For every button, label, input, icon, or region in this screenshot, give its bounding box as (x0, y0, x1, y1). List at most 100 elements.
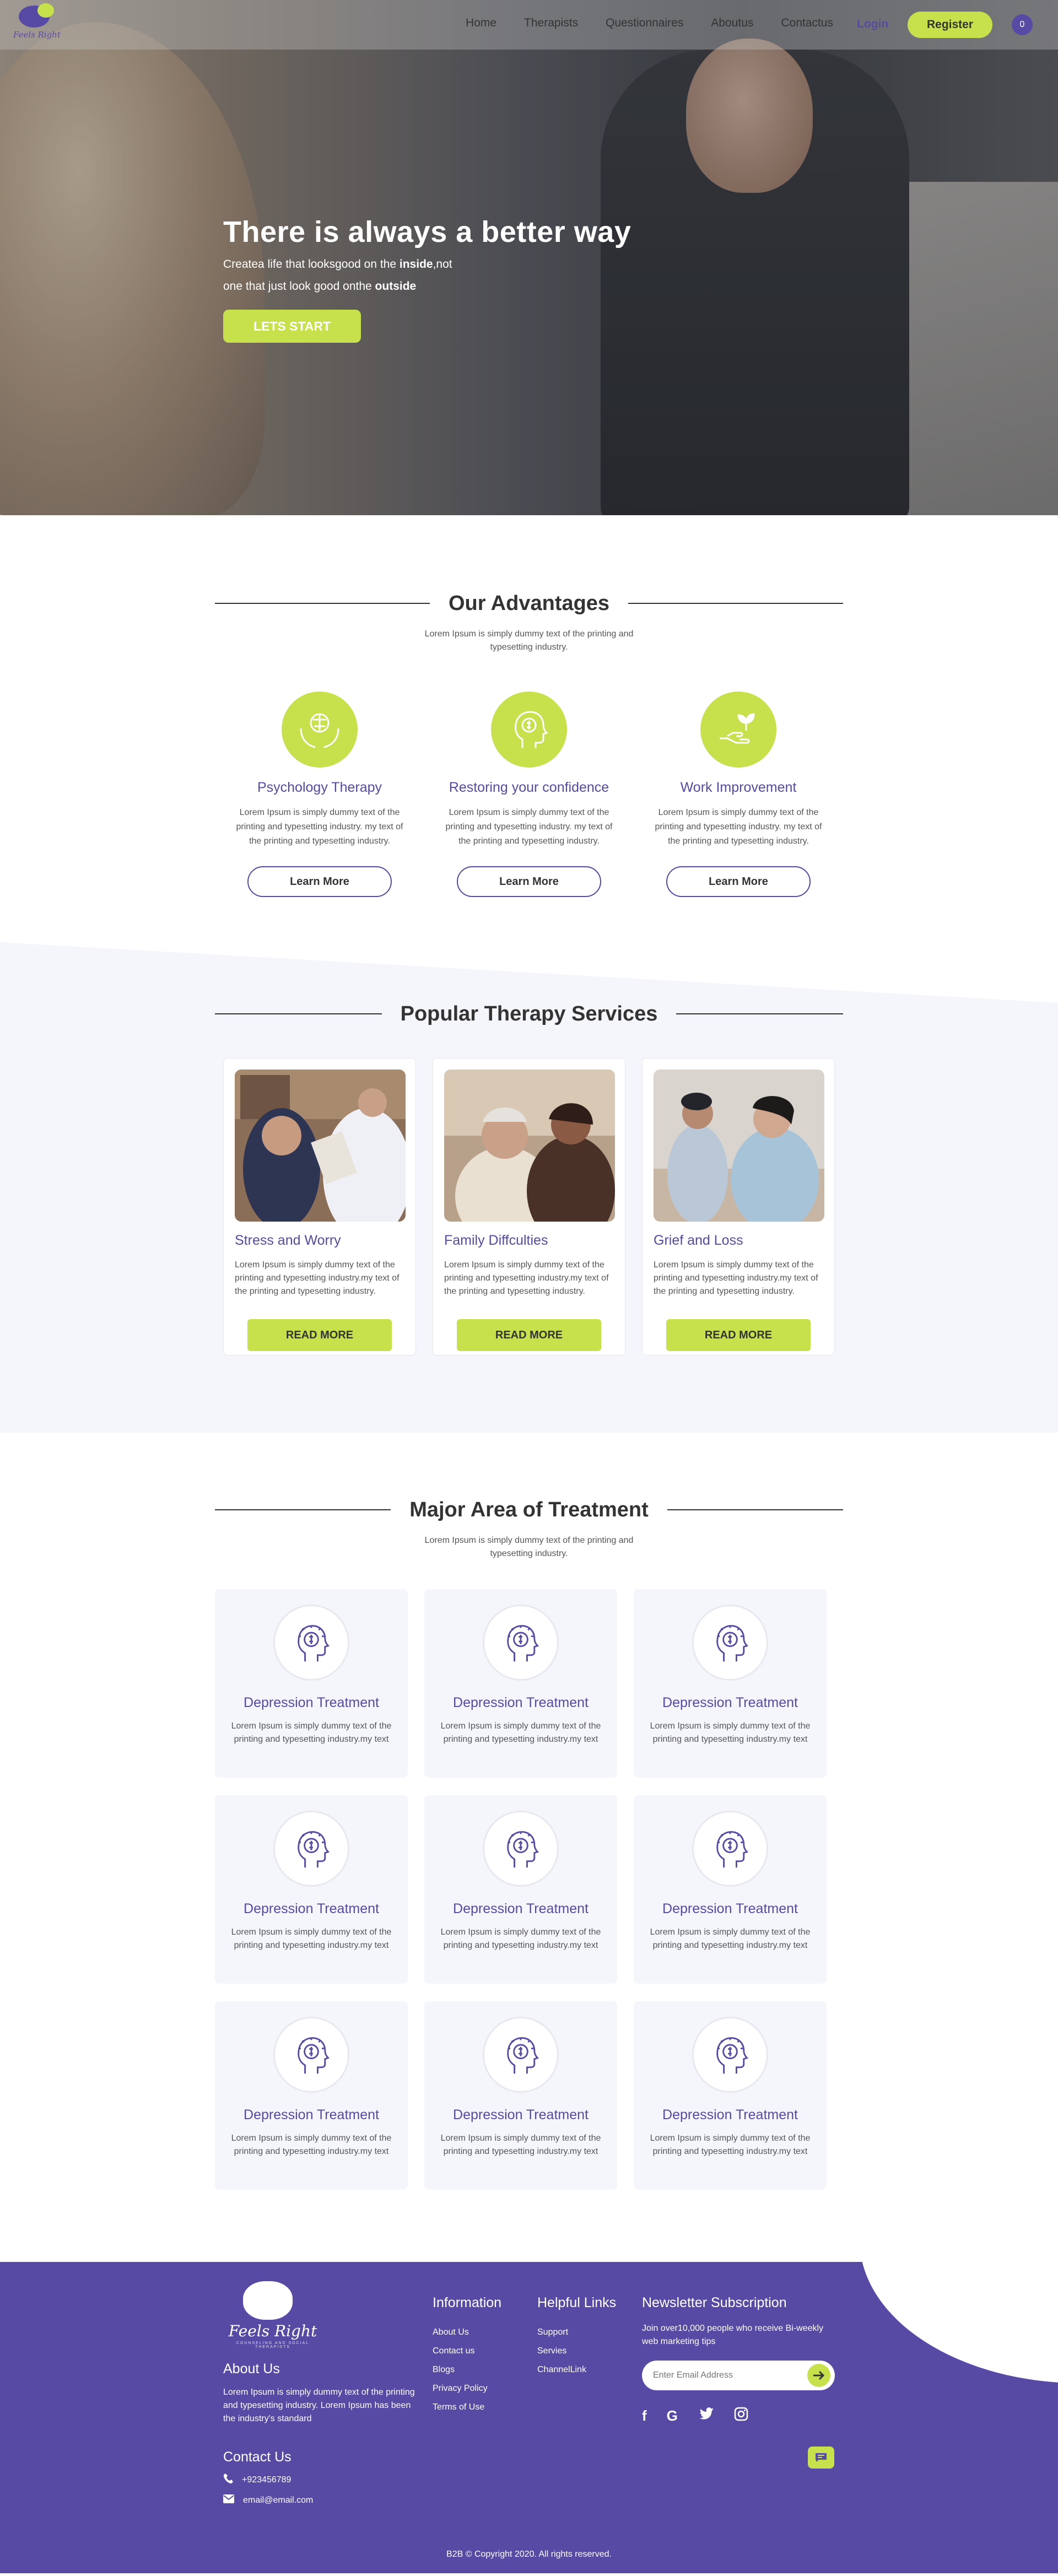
treatment-card[interactable]: Depression Treatment Lorem Ipsum is simpl… (424, 1589, 617, 1778)
lets-start-button[interactable]: LETS START (223, 310, 361, 343)
footer-link-terms[interactable]: Terms of Use (433, 2398, 501, 2417)
treatment-card[interactable]: Depression Treatment Lorem Ipsum is simpl… (215, 1795, 408, 1984)
learn-more-button[interactable]: Learn More (666, 866, 811, 897)
service-image-grief (654, 1070, 824, 1222)
logo-leaf-icon (37, 3, 54, 18)
section-heading: Popular Therapy Services (215, 997, 844, 1030)
footer-link-contact[interactable]: Contact us (433, 2342, 501, 2361)
service-cards: Stress and Worry Lorem Ipsum is simply d… (0, 1058, 1058, 1355)
treatment-card-title: Depression Treatment (244, 1901, 379, 1916)
footer-link-blogs[interactable]: Blogs (433, 2361, 501, 2379)
service-title: Stress and Worry (235, 1233, 341, 1248)
footer-link-support[interactable]: Support (537, 2323, 616, 2342)
treatment-card[interactable]: Depression Treatment Lorem Ipsum is simpl… (634, 2001, 827, 2190)
chat-icon[interactable] (808, 2447, 834, 2469)
treatment-card[interactable]: Depression Treatment Lorem Ipsum is simpl… (215, 1589, 408, 1778)
footer-contact: Contact Us +923456789 email@email.com (223, 2449, 313, 2506)
advantage-title: Psychology Therapy (257, 780, 382, 795)
section-divider-shape (0, 942, 1058, 1003)
treatment-card-title: Depression Treatment (453, 1695, 589, 1710)
cart-badge[interactable]: 0 (1012, 14, 1033, 35)
instagram-icon[interactable] (734, 2407, 748, 2425)
main-nav: Home Therapists Questionnaires Aboutus C… (466, 17, 861, 30)
footer-phone-row: +923456789 (223, 2473, 313, 2487)
hero-tagline: Createa life that looksgood on the insid… (223, 253, 631, 298)
service-image-stress (235, 1070, 406, 1222)
login-link[interactable]: Login (857, 18, 888, 31)
hero-content: There is always a better way Createa lif… (223, 215, 631, 343)
advantage-card: Psychology Therapy Lorem Ipsum is simply… (230, 692, 409, 897)
hand-plant-icon (700, 692, 776, 768)
register-button[interactable]: Register (908, 12, 992, 38)
nav-aboutus[interactable]: Aboutus (711, 17, 753, 30)
learn-more-button[interactable]: Learn More (457, 866, 601, 897)
learn-more-button[interactable]: Learn More (247, 866, 392, 897)
nav-therapists[interactable]: Therapists (524, 17, 578, 30)
footer-logo[interactable]: Feels Right COUNSELING AND SOCIAL THERAP… (223, 2281, 322, 2349)
service-text: Lorem Ipsum is simply dummy text of the … (235, 1260, 400, 1296)
subtitle-line: Lorem Ipsum is simply dummy text of the … (424, 629, 634, 639)
treatment-card-text: Lorem Ipsum is simply dummy text of the … (440, 1721, 601, 1744)
newsletter-submit-arrow-icon[interactable] (807, 2364, 830, 2387)
hero-tagline-part: one that just look good onthe (223, 280, 375, 293)
footer-link-servies[interactable]: Servies (537, 2342, 616, 2361)
footer-info-title: Information (433, 2295, 502, 2310)
read-more-button[interactable]: READ MORE (247, 1319, 392, 1351)
footer-contact-title: Contact Us (223, 2449, 292, 2465)
treatment-card[interactable]: Depression Treatment Lorem Ipsum is simpl… (634, 1589, 827, 1778)
treatment-card-title: Depression Treatment (453, 1901, 589, 1916)
mail-icon (223, 2494, 234, 2506)
treatment-card[interactable]: Depression Treatment Lorem Ipsum is simpl… (215, 2001, 408, 2190)
divider (676, 1013, 844, 1014)
treatment-card-text: Lorem Ipsum is simply dummy text of the … (231, 1721, 392, 1744)
treatment-card[interactable]: Depression Treatment Lorem Ipsum is simpl… (424, 2001, 617, 2190)
service-text: Lorem Ipsum is simply dummy text of the … (444, 1260, 609, 1296)
head-dollar-icon (273, 1605, 349, 1681)
treatment-card-text: Lorem Ipsum is simply dummy text of the … (650, 1721, 811, 1744)
treatment-card[interactable]: Depression Treatment Lorem Ipsum is simpl… (424, 1795, 617, 1984)
head-dollar-icon (692, 1811, 768, 1887)
footer-link-about[interactable]: About Us (433, 2323, 501, 2342)
google-icon[interactable]: G (667, 2407, 678, 2424)
head-dollar-icon (273, 2017, 349, 2093)
hero-tagline-part: Createa life that looksgood on the (223, 258, 400, 271)
footer-phone[interactable]: +923456789 (242, 2475, 291, 2485)
advantage-text: Lorem Ipsum is simply dummy text of the … (655, 808, 822, 846)
advantage-card: Work Improvement Lorem Ipsum is simply d… (649, 692, 828, 897)
read-more-button[interactable]: READ MORE (666, 1319, 811, 1351)
treatment-card-title: Depression Treatment (244, 2107, 379, 2123)
treatment-card-text: Lorem Ipsum is simply dummy text of the … (440, 2134, 601, 2156)
popular-services-section: Popular Therapy Services Stress and Worr… (0, 942, 1058, 1433)
footer-link-privacy[interactable]: Privacy Policy (433, 2379, 501, 2398)
advantages-section: Our Advantages Lorem Ipsum is simply dum… (0, 515, 1058, 942)
treatment-subtitle: Lorem Ipsum is simply dummy text of the … (0, 1534, 1058, 1560)
subtitle-line: typesetting industry. (490, 1549, 568, 1558)
nav-questionnaires[interactable]: Questionnaires (606, 17, 683, 30)
footer-info-links: About Us Contact us Blogs Privacy Policy… (433, 2323, 501, 2417)
advantage-title: Work Improvement (680, 780, 797, 795)
newsletter-email-input[interactable] (653, 2370, 791, 2380)
head-dollar-icon (273, 1811, 349, 1887)
advantages-title: Our Advantages (448, 591, 610, 615)
twitter-icon[interactable] (698, 2407, 714, 2424)
advantages-cards: Psychology Therapy Lorem Ipsum is simply… (0, 692, 1058, 897)
hero-title: There is always a better way (223, 215, 631, 249)
hero-tagline-bold: outside (375, 280, 417, 293)
footer-email[interactable]: email@email.com (243, 2496, 313, 2505)
read-more-button[interactable]: READ MORE (457, 1319, 601, 1351)
nav-home[interactable]: Home (466, 17, 496, 30)
newsletter-text: Join over10,000 people who receive Bi-we… (642, 2324, 824, 2346)
footer-corner-shape (860, 2262, 1058, 2383)
treatment-card-text: Lorem Ipsum is simply dummy text of the … (650, 2134, 811, 2156)
treatment-card-title: Depression Treatment (662, 1901, 798, 1916)
divider (667, 1509, 843, 1510)
copyright: B2B © Copyright 2020. All rights reserve… (446, 2550, 612, 2559)
nav-contactus[interactable]: Contactus (781, 17, 833, 30)
footer-newsletter: Newsletter Subscription Join over10,000 … (642, 2295, 835, 2425)
treatment-card[interactable]: Depression Treatment Lorem Ipsum is simpl… (634, 1795, 827, 1984)
footer-link-channellink[interactable]: ChannelLink (537, 2361, 616, 2379)
facebook-icon[interactable]: f (642, 2407, 647, 2424)
treatment-card-title: Depression Treatment (244, 1695, 379, 1710)
site-logo[interactable]: Feels Right (7, 3, 67, 42)
advantage-text: Lorem Ipsum is simply dummy text of the … (236, 808, 403, 846)
